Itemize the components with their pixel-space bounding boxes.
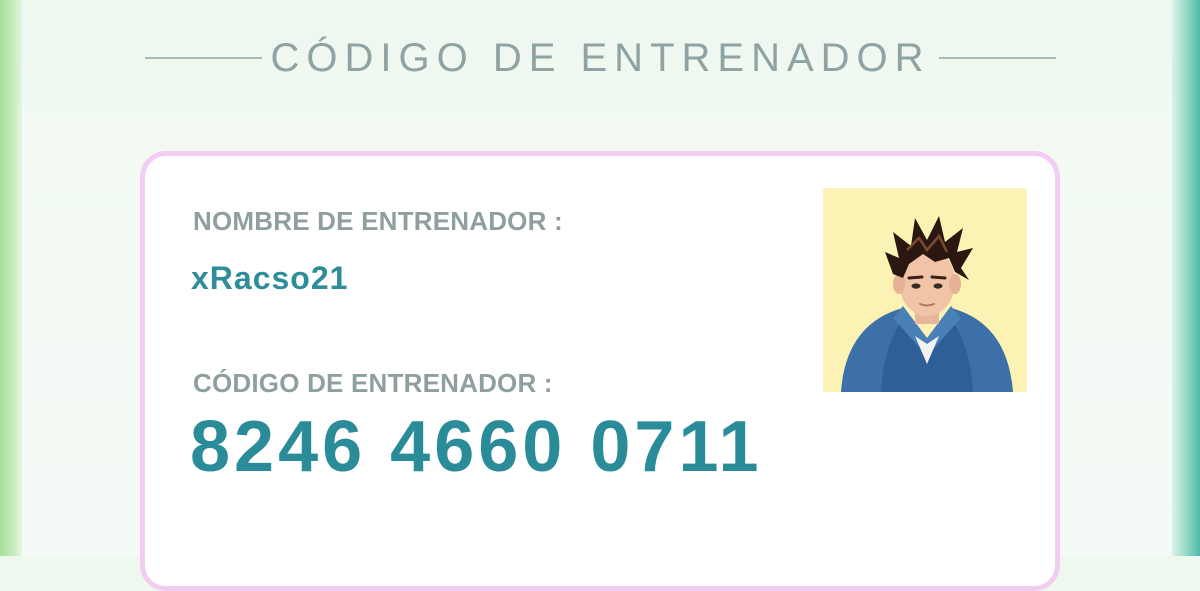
trainer-code-screen: CÓDIGO DE ENTRENADOR NOMBRE DE ENTRENADO… (0, 0, 1200, 591)
right-edge-gradient (1172, 0, 1200, 556)
trainer-avatar-icon (841, 216, 1013, 392)
trainer-avatar[interactable] (823, 188, 1027, 392)
section-header: CÓDIGO DE ENTRENADOR (145, 35, 1057, 80)
trainer-code-value[interactable]: 8246 4660 0711 (190, 406, 763, 488)
trainer-card: NOMBRE DE ENTRENADOR : xRacso21 CÓDIGO D… (140, 151, 1060, 591)
trainer-name-value: xRacso21 (191, 260, 349, 296)
trainer-code-label: CÓDIGO DE ENTRENADOR : (193, 368, 553, 398)
header-rule-right (938, 57, 1057, 59)
trainer-name-label: NOMBRE DE ENTRENADOR : (193, 206, 563, 236)
header-rule-left (145, 57, 263, 59)
left-edge-gradient (0, 0, 22, 556)
section-title: CÓDIGO DE ENTRENADOR (270, 35, 931, 80)
